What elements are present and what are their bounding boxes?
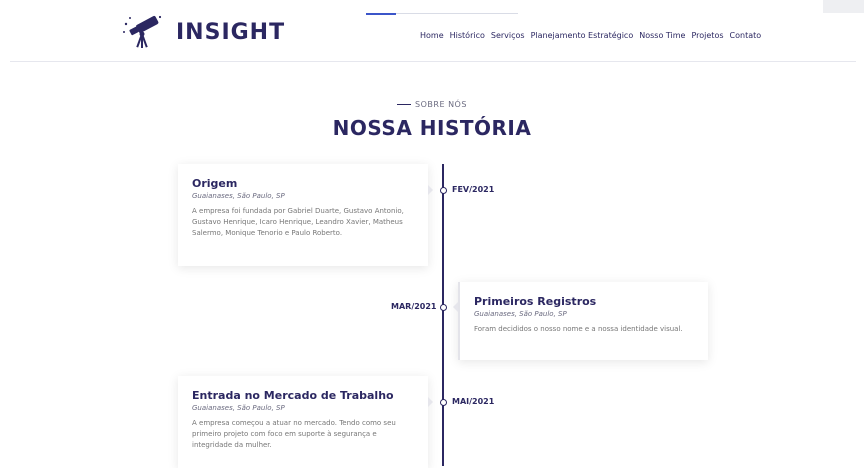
card-text: Foram decididos o nosso nome e a nossa i… <box>474 325 683 333</box>
section-title: NOSSA HISTÓRIA <box>332 116 532 140</box>
nav-nosso-time[interactable]: Nosso Time <box>639 31 685 40</box>
timeline-node <box>439 303 447 311</box>
nav-home[interactable]: Home <box>420 31 444 40</box>
telescope-icon <box>123 15 162 48</box>
card-pointer <box>453 302 458 312</box>
card-text: A empresa foi fundada por Gabriel Duarte… <box>192 207 404 237</box>
timeline-line <box>442 164 444 466</box>
card-location: Guaianases, São Paulo, SP <box>192 404 285 412</box>
card-title: Entrada no Mercado de Trabalho <box>192 389 394 402</box>
logo[interactable]: INSIGHT <box>122 14 285 50</box>
card-title: Origem <box>192 177 238 190</box>
timeline-node <box>439 398 447 406</box>
nav-servicos[interactable]: Serviços <box>491 31 525 40</box>
card-text: A empresa começou a atuar no mercado. Te… <box>192 419 396 449</box>
nav-planejamento[interactable]: Planejamento Estratégico <box>531 31 634 40</box>
card-location: Guaianases, São Paulo, SP <box>474 310 567 318</box>
timeline-node <box>439 186 447 194</box>
nav-projetos[interactable]: Projetos <box>691 31 723 40</box>
timeline-card-origem: Origem Guaianases, São Paulo, SP A empre… <box>178 164 428 266</box>
eyebrow-dash <box>397 104 412 105</box>
card-title: Primeiros Registros <box>474 295 597 308</box>
site-header: INSIGHT Home Histórico Serviços Planejam… <box>0 0 864 64</box>
eyebrow-text: SOBRE NÓS <box>415 100 467 109</box>
main-nav: Home Histórico Serviços Planejamento Est… <box>420 31 761 40</box>
timeline-card-mercado: Entrada no Mercado de Trabalho Guaianase… <box>178 376 428 468</box>
timeline-date: MAR/2021 <box>391 302 437 311</box>
nav-contato[interactable]: Contato <box>730 31 762 40</box>
card-pointer <box>428 397 433 407</box>
timeline-date: MAI/2021 <box>452 397 495 406</box>
header-divider <box>10 61 856 62</box>
timeline-date: FEV/2021 <box>452 185 495 194</box>
logo-text: INSIGHT <box>176 19 286 45</box>
section-eyebrow: SOBRE NÓS <box>0 100 864 109</box>
card-pointer <box>428 185 433 195</box>
card-location: Guaianases, São Paulo, SP <box>192 192 285 200</box>
timeline-card-primeiros-registros: Primeiros Registros Guaianases, São Paul… <box>458 282 708 360</box>
nav-historico[interactable]: Histórico <box>450 31 485 40</box>
